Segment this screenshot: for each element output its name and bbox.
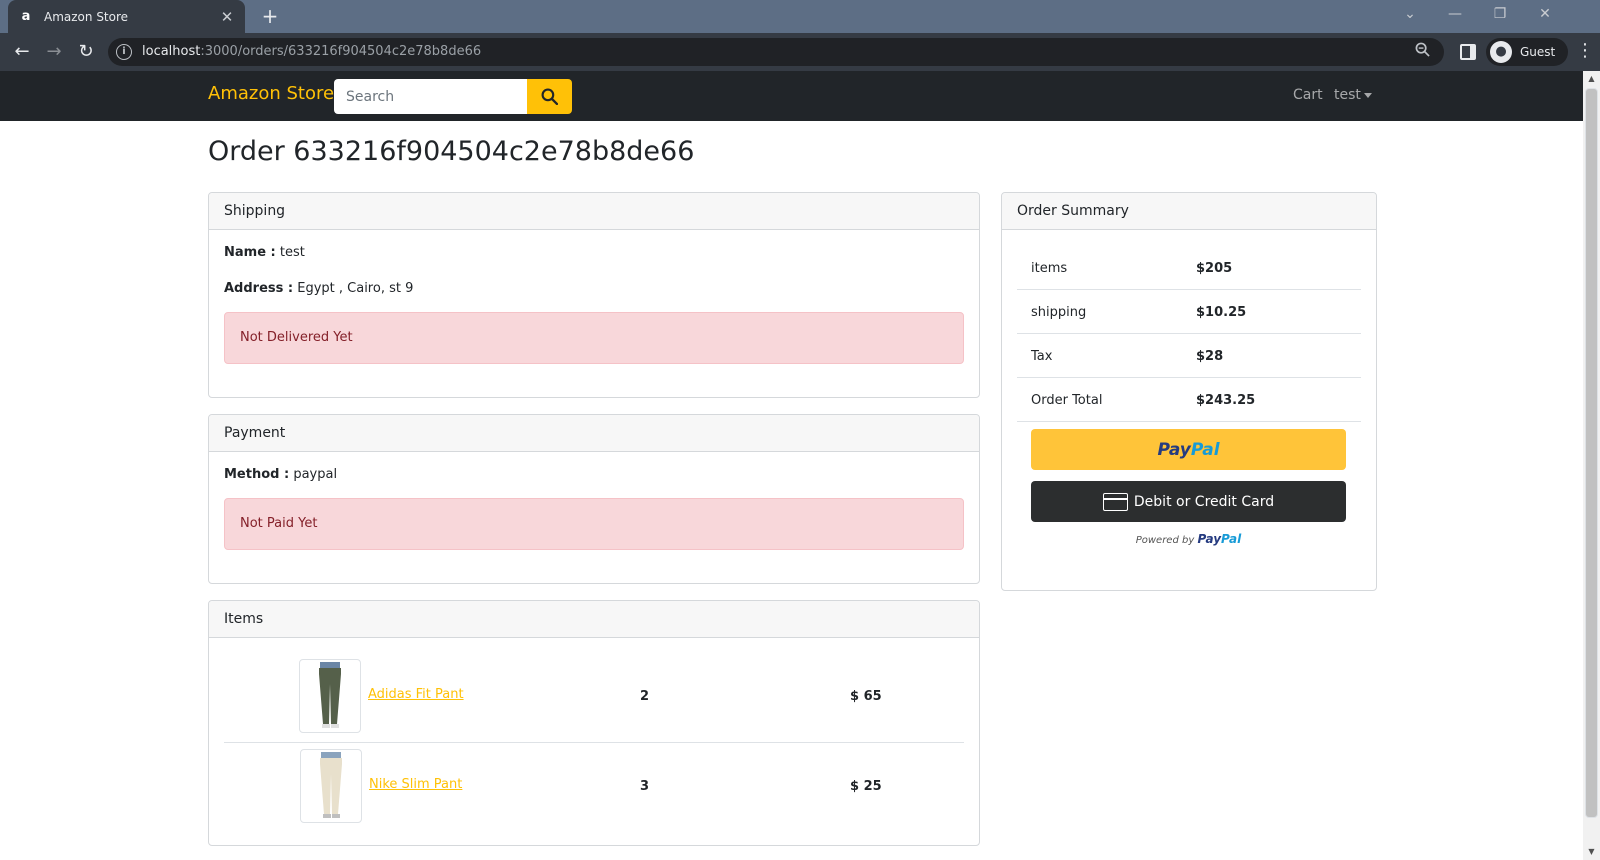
product-link[interactable]: Nike Slim Pant [369, 777, 462, 792]
search-icon [541, 88, 558, 105]
brand-logo[interactable]: Amazon Store [208, 83, 334, 104]
scrollbar-thumb[interactable] [1585, 88, 1598, 818]
summary-row-shipping: shipping $10.25 [1017, 290, 1361, 334]
site-info-icon[interactable]: i [116, 44, 132, 60]
restore-window-button[interactable]: ❐ [1488, 6, 1512, 22]
profile-label: Guest [1520, 45, 1556, 59]
items-card-header: Items [209, 601, 979, 638]
search-input[interactable] [334, 79, 527, 114]
side-panel-icon[interactable] [1460, 44, 1476, 60]
debit-credit-card-label: Debit or Credit Card [1133, 493, 1275, 510]
credit-card-icon [1102, 492, 1128, 511]
delivery-status-alert: Not Delivered Yet [224, 312, 964, 364]
items-card: Items Adidas Fit Pant 2 $ 65 Nike Slim P… [208, 600, 980, 846]
app-navbar: Amazon Store Cart test [0, 71, 1583, 121]
payment-card: Payment Method : paypal Not Paid Yet [208, 414, 980, 584]
zoom-icon[interactable] [1415, 42, 1430, 61]
caret-down-icon [1363, 92, 1372, 98]
scroll-down-arrow-icon[interactable]: ▼ [1583, 844, 1600, 860]
product-image [300, 749, 362, 823]
product-quantity: 2 [640, 689, 650, 704]
debit-credit-card-button[interactable]: Debit or Credit Card [1031, 481, 1346, 522]
user-dropdown-label: test [1334, 87, 1361, 103]
browser-menu-icon[interactable]: ⋮ [1576, 41, 1594, 61]
product-price: $ 65 [850, 689, 882, 704]
new-tab-button[interactable]: + [258, 5, 282, 29]
browser-tab-bar: a Amazon Store ✕ + ⌄ — ❐ ✕ [0, 0, 1600, 33]
reload-button[interactable]: ↻ [74, 40, 98, 64]
address-bar[interactable]: i localhost:3000/orders/633216f904504c2e… [108, 38, 1444, 66]
shipping-name: Name : test [224, 245, 305, 260]
search-form [334, 79, 572, 114]
list-item: Adidas Fit Pant 2 $ 65 [224, 653, 964, 743]
product-price: $ 25 [850, 779, 882, 794]
product-quantity: 3 [640, 779, 650, 794]
product-image [299, 659, 361, 733]
summary-row-tax: Tax $28 [1017, 334, 1361, 378]
scroll-up-arrow-icon[interactable]: ▲ [1583, 71, 1600, 87]
shipping-address: Address : Egypt , Cairo, st 9 [224, 281, 414, 296]
paypal-logo: PayPal [1157, 439, 1220, 460]
page-scrollbar[interactable]: ▲ ▼ [1583, 71, 1600, 860]
payment-method: Method : paypal [224, 467, 338, 482]
back-button[interactable]: ← [10, 40, 34, 64]
minimize-window-button[interactable]: — [1443, 6, 1467, 22]
summary-row-total: Order Total $243.25 [1017, 378, 1361, 422]
cart-link[interactable]: Cart [1293, 87, 1323, 103]
user-dropdown[interactable]: test [1334, 87, 1372, 103]
close-tab-icon[interactable]: ✕ [219, 8, 235, 26]
shipping-card: Shipping Name : test Address : Egypt , C… [208, 192, 980, 398]
powered-by-paypal: Powered by PayPal [1135, 532, 1242, 546]
page-title: Order 633216f904504c2e78b8de66 [208, 136, 695, 167]
browser-toolbar: ← → ↻ i localhost:3000/orders/633216f904… [0, 33, 1600, 71]
payment-card-header: Payment [209, 415, 979, 452]
browser-tab[interactable]: a Amazon Store ✕ [8, 0, 245, 33]
product-link[interactable]: Adidas Fit Pant [368, 687, 464, 702]
summary-row-items: items $205 [1017, 246, 1361, 290]
list-item: Nike Slim Pant 3 $ 25 [224, 743, 964, 833]
amazon-favicon-icon: a [21, 8, 31, 24]
order-summary-header: Order Summary [1002, 193, 1376, 230]
shipping-card-header: Shipping [209, 193, 979, 230]
payment-status-alert: Not Paid Yet [224, 498, 964, 550]
order-summary-card: Order Summary items $205 shipping $10.25 T… [1001, 192, 1377, 591]
browser-tab-title: Amazon Store [44, 9, 129, 24]
profile-button[interactable]: ● Guest [1486, 38, 1568, 66]
close-window-button[interactable]: ✕ [1533, 6, 1557, 22]
search-button[interactable] [527, 79, 572, 114]
tab-search-icon[interactable]: ⌄ [1398, 6, 1422, 22]
forward-button[interactable]: → [42, 40, 66, 64]
paypal-button[interactable]: PayPal [1031, 429, 1346, 470]
url-text[interactable]: localhost:3000/orders/633216f904504c2e78… [142, 44, 481, 59]
guest-avatar-icon: ● [1490, 41, 1512, 63]
